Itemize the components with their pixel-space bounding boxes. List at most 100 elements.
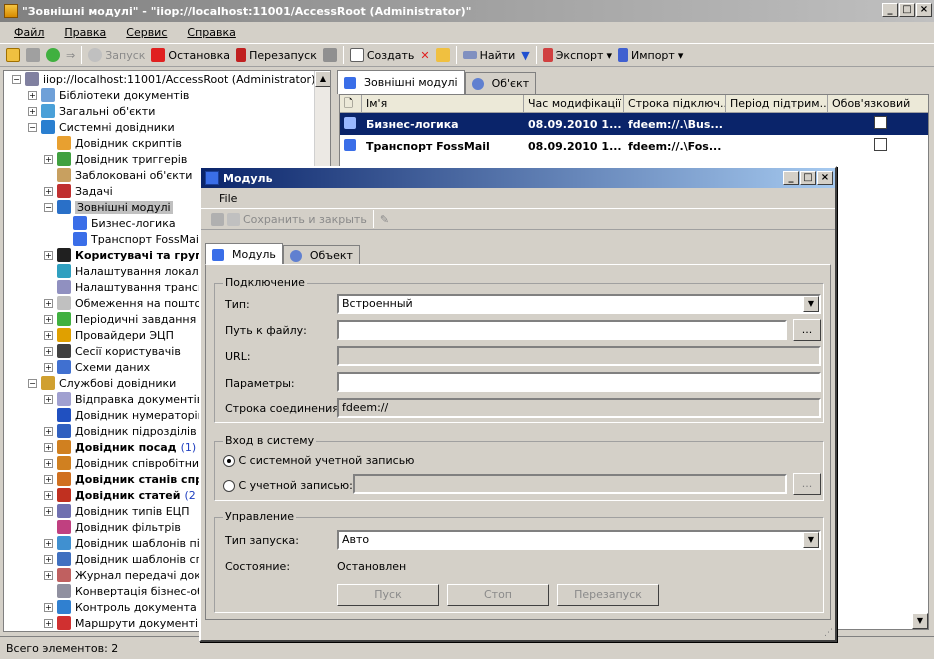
expand-icon[interactable]: +	[28, 90, 37, 100]
scroll-up-icon[interactable]: ▲	[315, 71, 330, 87]
expand-icon[interactable]: +	[44, 490, 53, 500]
expand-icon[interactable]: +	[44, 506, 53, 516]
stop-button[interactable]: Остановка	[151, 48, 230, 62]
collapse-icon[interactable]	[44, 139, 53, 148]
tree-item[interactable]: + Загальні об'єкти	[4, 103, 316, 119]
tab-object[interactable]: Об'єкт	[464, 72, 537, 94]
expand-icon[interactable]: +	[44, 314, 53, 324]
save-icon[interactable]	[322, 48, 337, 62]
folder-icon[interactable]	[6, 48, 20, 62]
resize-grip[interactable]: ⋰	[824, 628, 833, 638]
tree-item[interactable]: + Бібліотеки документів	[4, 87, 316, 103]
collapse-icon[interactable]	[44, 411, 53, 420]
back-icon[interactable]	[46, 48, 60, 62]
expand-icon[interactable]: +	[44, 346, 53, 356]
browse-path-button[interactable]: ...	[793, 319, 821, 341]
expand-icon[interactable]: +	[44, 330, 53, 340]
refresh-icon[interactable]	[26, 48, 40, 62]
expand-icon[interactable]: +	[44, 362, 53, 372]
scroll-down-icon[interactable]: ▼	[912, 613, 928, 629]
dialog-minimize-button[interactable]: _	[783, 171, 799, 185]
start-module-button[interactable]: Пуск	[337, 584, 439, 606]
expand-icon[interactable]: +	[44, 538, 53, 548]
forward-icon[interactable]: ⇒	[66, 49, 75, 62]
dialog-maximize-button[interactable]: □	[800, 171, 816, 185]
tree-item[interactable]: Довідник скриптів	[4, 135, 316, 151]
table-row[interactable]: Транспорт FossMail 08.09.2010 1... fdeem…	[340, 135, 928, 157]
delete-icon[interactable]: ✕	[420, 49, 429, 62]
column-modified[interactable]: Час модифікації	[524, 95, 624, 112]
collapse-icon[interactable]: −	[28, 122, 37, 132]
filter-icon[interactable]: ▼	[521, 49, 529, 62]
restart-button[interactable]: Перезапуск	[236, 48, 317, 62]
export-button[interactable]: Экспорт ▾	[542, 48, 612, 62]
expand-icon[interactable]: +	[44, 442, 53, 452]
column-required[interactable]: Обов'язковий	[828, 95, 928, 112]
required-checkbox[interactable]	[873, 116, 887, 129]
stop-label: Остановка	[168, 48, 231, 62]
collapse-icon[interactable]	[44, 267, 53, 276]
chevron-down-icon[interactable]: ▼	[803, 532, 819, 548]
maximize-button[interactable]: □	[899, 3, 915, 17]
menu-edit[interactable]: Правка	[64, 26, 106, 39]
stop-module-button[interactable]: Стоп	[447, 584, 549, 606]
find-button[interactable]: Найти	[462, 49, 515, 62]
expand-icon[interactable]: +	[44, 602, 53, 612]
import-button[interactable]: Импорт ▾	[617, 48, 683, 62]
expand-icon[interactable]: +	[44, 250, 53, 260]
required-checkbox[interactable]	[873, 138, 887, 151]
collapse-icon[interactable]: −	[28, 378, 37, 388]
collapse-icon[interactable]: −	[12, 74, 21, 84]
path-input[interactable]	[337, 320, 787, 340]
menu-help[interactable]: Справка	[187, 26, 235, 39]
expand-icon[interactable]: +	[44, 554, 53, 564]
tree-item[interactable]: − Системні довідники	[4, 119, 316, 135]
collapse-icon[interactable]	[44, 283, 53, 292]
system-account-radio[interactable]: С системной учетной записью	[223, 454, 414, 467]
collapse-icon[interactable]	[44, 587, 53, 596]
expand-icon[interactable]: +	[44, 426, 53, 436]
expand-icon[interactable]: +	[44, 474, 53, 484]
menu-file[interactable]: File	[219, 192, 237, 205]
column-name[interactable]: Ім'я	[362, 95, 524, 112]
expand-icon[interactable]: +	[44, 186, 53, 196]
collapse-icon[interactable]	[44, 171, 53, 180]
params-input[interactable]	[337, 372, 821, 392]
column-connection[interactable]: Строка підключ...	[624, 95, 726, 112]
edit-icon[interactable]: ✎	[380, 213, 389, 226]
browse-account-button[interactable]: ...	[793, 473, 821, 495]
open-folder-icon[interactable]	[435, 48, 450, 62]
type-select[interactable]: Встроенный ▼	[337, 294, 821, 314]
tree-item-label: Обмеження на поштові	[75, 296, 211, 310]
tree-item[interactable]: − iiop://localhost:11001/AccessRoot (Admi…	[4, 71, 316, 87]
collapse-icon[interactable]	[44, 523, 53, 532]
launch-type-select[interactable]: Авто ▼	[337, 530, 821, 550]
menu-service[interactable]: Сервис	[126, 26, 167, 39]
expand-icon[interactable]: +	[44, 618, 53, 628]
expand-icon[interactable]: +	[44, 458, 53, 468]
expand-icon[interactable]: +	[44, 570, 53, 580]
collapse-icon[interactable]: −	[44, 202, 53, 212]
minimize-button[interactable]: _	[882, 3, 898, 17]
dialog-close-button[interactable]: ×	[817, 171, 833, 185]
tree-item[interactable]: + Довідник триггерів	[4, 151, 316, 167]
expand-icon[interactable]: +	[44, 154, 53, 164]
collapse-icon[interactable]	[60, 219, 69, 228]
start-button[interactable]: Запуск	[88, 48, 145, 62]
table-row[interactable]: Бизнес-логика 08.09.2010 1... fdeem://.\…	[340, 113, 928, 135]
collapse-icon[interactable]	[60, 235, 69, 244]
restart-module-button[interactable]: Перезапуск	[557, 584, 659, 606]
column-period[interactable]: Період підтрим...	[726, 95, 828, 112]
user-account-radio[interactable]: С учетной записью:	[223, 479, 353, 492]
tab-external-modules[interactable]: Зовнішні модулі	[337, 70, 465, 94]
expand-icon[interactable]: +	[44, 394, 53, 404]
chevron-down-icon[interactable]: ▼	[803, 296, 819, 312]
menu-file[interactable]: Файл	[14, 26, 44, 39]
create-button[interactable]: Создать	[349, 48, 414, 62]
save-close-button[interactable]: Сохранить и закрыть	[211, 212, 367, 226]
close-button[interactable]: ×	[916, 3, 932, 17]
expand-icon[interactable]: +	[44, 298, 53, 308]
expand-icon[interactable]: +	[28, 106, 37, 116]
tab-object[interactable]: Объект	[282, 245, 360, 265]
tab-module[interactable]: Модуль	[205, 243, 283, 265]
